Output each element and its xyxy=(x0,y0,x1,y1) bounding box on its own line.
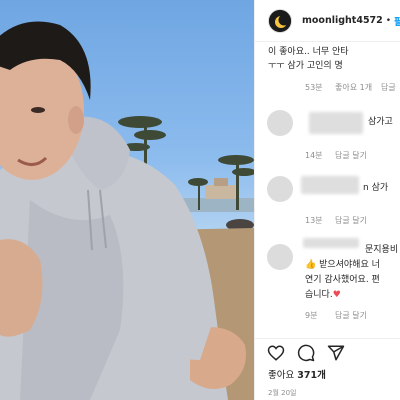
post-photo-illustration xyxy=(0,21,254,400)
comment-4-line-4-text: 습니다. xyxy=(305,290,333,300)
comment-3-avatar[interactable] xyxy=(267,176,293,202)
comment-1-time: 53분 xyxy=(305,83,323,92)
comment-4-line-4: 습니다.♥ xyxy=(305,287,341,300)
post-username[interactable]: moonlight4572 xyxy=(302,15,383,26)
comment-3-text: n 삼가 xyxy=(363,183,389,193)
instagram-post: moonlight4572 • 팔로 이 좋아요.. 너무 안타 ㅜㅜ 삼가 고… xyxy=(0,0,400,400)
profile-avatar[interactable] xyxy=(268,8,292,33)
comment-2-reply-button[interactable]: 답글 달기 xyxy=(335,150,367,161)
comment-3-time: 13분 xyxy=(305,216,323,225)
post-header: moonlight4572 • 팔로 xyxy=(255,0,400,42)
comment-2-time: 14분 xyxy=(305,151,323,160)
comment-3-username-redacted xyxy=(301,176,359,194)
comment-2-avatar[interactable] xyxy=(267,110,293,136)
separator-dot: • xyxy=(385,15,392,26)
comment-4-line-3: 연기 감사했어요. 편 xyxy=(305,275,380,285)
likes-label: 좋아요 xyxy=(268,370,295,381)
comment-4-reply-button[interactable]: 답글 달기 xyxy=(335,310,367,321)
moon-icon xyxy=(269,9,291,32)
comment-1-line-1: 이 좋아요.. 너무 안타 xyxy=(268,47,349,57)
follow-button[interactable]: 팔로 xyxy=(394,14,400,28)
post-photo[interactable] xyxy=(0,0,254,400)
comment-1-line-2: ㅜㅜ 삼가 고인의 명 xyxy=(268,61,343,71)
likes-summary[interactable]: 좋아요 371개 xyxy=(268,367,326,381)
comment-3-reply-button[interactable]: 답글 달기 xyxy=(335,215,367,226)
comment-1-likes[interactable]: 좋아요 1개 xyxy=(335,82,372,93)
comment-4-username-redacted xyxy=(303,238,359,248)
post-date: 2월 20일 xyxy=(268,389,297,397)
actions-divider xyxy=(255,338,400,339)
post-detail-panel: moonlight4572 • 팔로 이 좋아요.. 너무 안타 ㅜㅜ 삼가 고… xyxy=(254,0,400,400)
comment-4-avatar[interactable] xyxy=(267,244,293,270)
comment-1-reply-button[interactable]: 답글 xyxy=(381,82,396,93)
comment-icon[interactable] xyxy=(297,344,315,362)
heart-icon[interactable] xyxy=(267,344,285,362)
likes-count: 371개 xyxy=(297,370,326,381)
share-icon[interactable] xyxy=(327,344,345,362)
heart-emoji-icon: ♥ xyxy=(332,290,341,300)
comment-2-username-redacted xyxy=(309,112,363,134)
comment-2-text: 삼가고 xyxy=(368,117,393,127)
comment-4-time: 9분 xyxy=(305,311,318,320)
comment-4-line-2: 👍 받으셔야해요 너 xyxy=(305,260,380,270)
comment-4-line-1: 문지용비 xyxy=(365,245,399,255)
